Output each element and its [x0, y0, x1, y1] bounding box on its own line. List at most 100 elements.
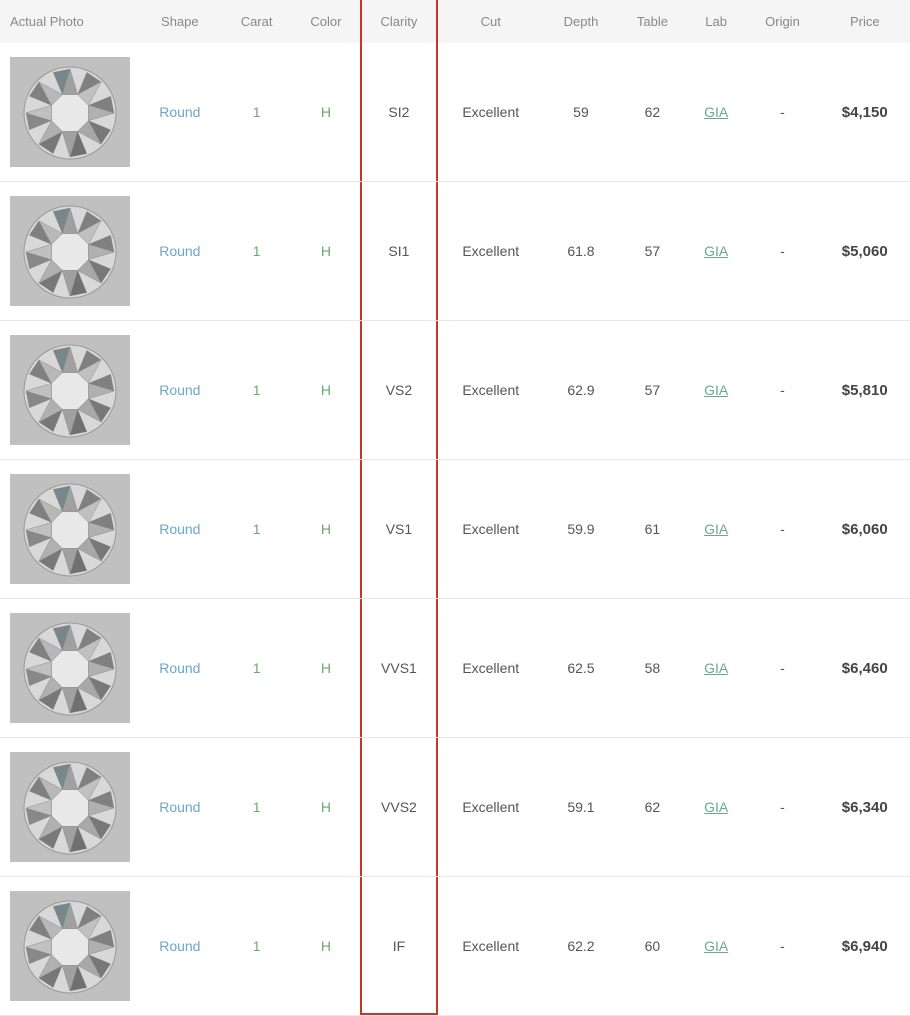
table-header-row: Actual Photo Shape Carat Color Clarity C… — [0, 0, 910, 43]
origin-cell: - — [745, 182, 819, 321]
diamond-image — [10, 335, 130, 445]
diamond-table: Actual Photo Shape Carat Color Clarity C… — [0, 0, 910, 1016]
origin-cell: - — [745, 460, 819, 599]
header-carat: Carat — [222, 0, 292, 43]
depth-cell: 59 — [544, 43, 618, 182]
table-row: Round1HIFExcellent62.260GIA-$6,940 — [0, 877, 910, 1016]
depth-cell: 62.2 — [544, 877, 618, 1016]
color-cell: H — [292, 460, 361, 599]
table-cell: 57 — [618, 321, 687, 460]
table-cell: 60 — [618, 877, 687, 1016]
origin-cell: - — [745, 321, 819, 460]
price-cell: $6,060 — [820, 460, 910, 599]
header-shape: Shape — [138, 0, 222, 43]
color-cell: H — [292, 43, 361, 182]
table-cell: 57 — [618, 182, 687, 321]
photo-cell — [0, 43, 138, 182]
table-row: Round1HVVS1Excellent62.558GIA-$6,460 — [0, 599, 910, 738]
table-cell: 61 — [618, 460, 687, 599]
shape-cell: Round — [138, 321, 222, 460]
origin-cell: - — [745, 877, 819, 1016]
cut-cell: Excellent — [438, 321, 544, 460]
clarity-cell: VS2 — [360, 321, 437, 460]
carat-cell: 1 — [222, 321, 292, 460]
depth-cell: 62.5 — [544, 599, 618, 738]
clarity-cell: IF — [360, 877, 437, 1016]
header-clarity: Clarity — [360, 0, 437, 43]
photo-cell — [0, 321, 138, 460]
clarity-border — [360, 738, 437, 876]
shape-cell: Round — [138, 43, 222, 182]
shape-cell: Round — [138, 460, 222, 599]
lab-cell[interactable]: GIA — [687, 738, 746, 877]
photo-cell — [0, 182, 138, 321]
clarity-cell: VVS2 — [360, 738, 437, 877]
header-actual-photo: Actual Photo — [0, 0, 138, 43]
cut-cell: Excellent — [438, 599, 544, 738]
color-cell: H — [292, 321, 361, 460]
header-lab: Lab — [687, 0, 746, 43]
depth-cell: 59.1 — [544, 738, 618, 877]
cut-cell: Excellent — [438, 460, 544, 599]
header-price: Price — [820, 0, 910, 43]
diamond-image — [10, 752, 130, 862]
shape-cell: Round — [138, 877, 222, 1016]
table-cell: 62 — [618, 43, 687, 182]
table-row: Round1HSI1Excellent61.857GIA-$5,060 — [0, 182, 910, 321]
clarity-cell: VS1 — [360, 460, 437, 599]
origin-cell: - — [745, 599, 819, 738]
header-table: Table — [618, 0, 687, 43]
origin-cell: - — [745, 43, 819, 182]
carat-cell: 1 — [222, 182, 292, 321]
price-cell: $6,460 — [820, 599, 910, 738]
clarity-cell: SI1 — [360, 182, 437, 321]
cut-cell: Excellent — [438, 877, 544, 1016]
diamond-image — [10, 57, 130, 167]
diamond-image — [10, 474, 130, 584]
carat-cell: 1 — [222, 599, 292, 738]
header-depth: Depth — [544, 0, 618, 43]
table-row: Round1HSI2Excellent5962GIA-$4,150 — [0, 43, 910, 182]
lab-cell[interactable]: GIA — [687, 182, 746, 321]
diamond-image — [10, 891, 130, 1001]
carat-cell: 1 — [222, 43, 292, 182]
table-cell: 58 — [618, 599, 687, 738]
price-cell: $4,150 — [820, 43, 910, 182]
header-origin: Origin — [745, 0, 819, 43]
clarity-border — [360, 182, 437, 320]
carat-cell: 1 — [222, 877, 292, 1016]
lab-cell[interactable]: GIA — [687, 43, 746, 182]
clarity-cell: SI2 — [360, 43, 437, 182]
photo-cell — [0, 877, 138, 1016]
lab-cell[interactable]: GIA — [687, 460, 746, 599]
cut-cell: Excellent — [438, 738, 544, 877]
color-cell: H — [292, 182, 361, 321]
color-cell: H — [292, 599, 361, 738]
shape-cell: Round — [138, 599, 222, 738]
color-cell: H — [292, 738, 361, 877]
carat-cell: 1 — [222, 738, 292, 877]
photo-cell — [0, 599, 138, 738]
photo-cell — [0, 460, 138, 599]
depth-cell: 61.8 — [544, 182, 618, 321]
price-cell: $6,340 — [820, 738, 910, 877]
color-cell: H — [292, 877, 361, 1016]
clarity-border — [360, 877, 437, 1015]
carat-cell: 1 — [222, 460, 292, 599]
origin-cell: - — [745, 738, 819, 877]
table-row: Round1HVVS2Excellent59.162GIA-$6,340 — [0, 738, 910, 877]
lab-cell[interactable]: GIA — [687, 877, 746, 1016]
lab-cell[interactable]: GIA — [687, 321, 746, 460]
shape-cell: Round — [138, 738, 222, 877]
price-cell: $5,810 — [820, 321, 910, 460]
clarity-border — [360, 321, 437, 459]
depth-cell: 62.9 — [544, 321, 618, 460]
table-row: Round1HVS1Excellent59.961GIA-$6,060 — [0, 460, 910, 599]
header-cut: Cut — [438, 0, 544, 43]
price-cell: $6,940 — [820, 877, 910, 1016]
photo-cell — [0, 738, 138, 877]
lab-cell[interactable]: GIA — [687, 599, 746, 738]
shape-cell: Round — [138, 182, 222, 321]
table-row: Round1HVS2Excellent62.957GIA-$5,810 — [0, 321, 910, 460]
cut-cell: Excellent — [438, 43, 544, 182]
